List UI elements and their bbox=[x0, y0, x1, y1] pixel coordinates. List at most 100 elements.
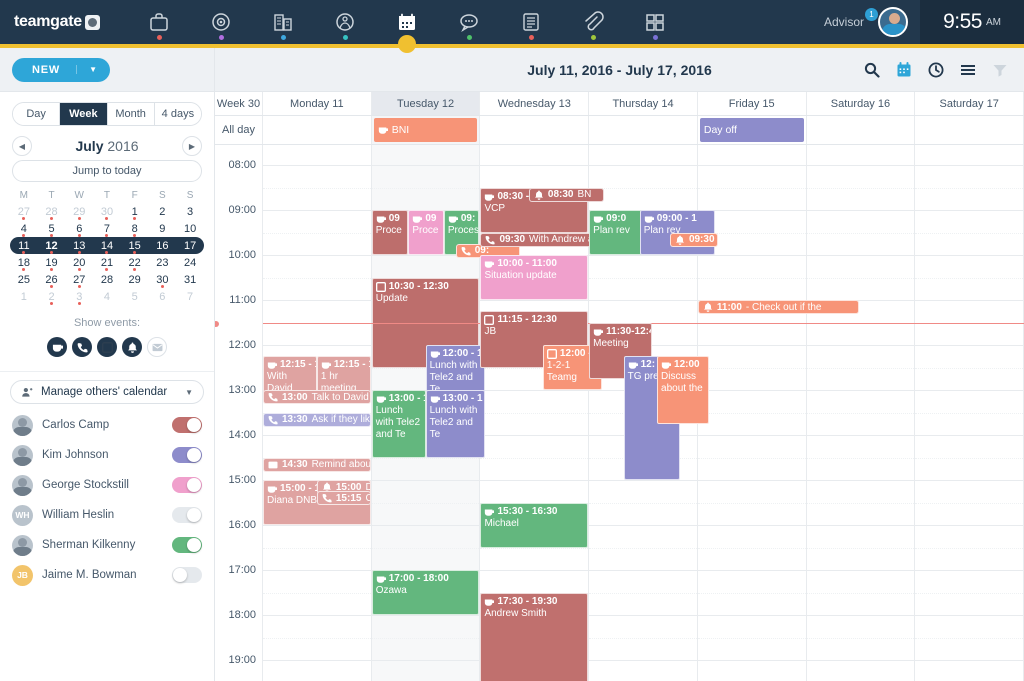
all-day-cell-0[interactable] bbox=[263, 116, 372, 144]
nav-item-chat[interactable] bbox=[438, 0, 500, 44]
mini-day-cell[interactable]: 7 bbox=[93, 220, 121, 237]
mini-day-cell[interactable]: 4 bbox=[10, 220, 38, 237]
mini-day-cell[interactable]: 28 bbox=[38, 203, 66, 220]
mini-day-cell[interactable]: 27 bbox=[65, 271, 93, 288]
day-header-5[interactable]: Saturday 16 bbox=[807, 92, 916, 115]
mini-day-cell[interactable]: 6 bbox=[65, 220, 93, 237]
user-calendar-toggle[interactable] bbox=[172, 537, 202, 553]
nav-item-briefcase[interactable] bbox=[128, 0, 190, 44]
filter-call-phone-icon[interactable] bbox=[72, 337, 92, 357]
calendar-event[interactable]: 08:30 BN bbox=[528, 187, 605, 202]
all-day-event[interactable]: BNI bbox=[373, 118, 478, 142]
day-header-2[interactable]: Wednesday 13 bbox=[480, 92, 590, 115]
day-column-3[interactable]: 09:0 Plan rev 09:00 - 1 Plan rev 09:30 11:30-… bbox=[589, 145, 719, 681]
calendar-event[interactable]: 11:00- Check out if the bbox=[697, 300, 860, 314]
all-day-cell-1[interactable]: BNI bbox=[371, 116, 481, 144]
calendar-event[interactable]: 09:30 bbox=[669, 232, 719, 247]
day-header-6[interactable]: Saturday 17 bbox=[915, 92, 1024, 115]
mini-week-row[interactable]: 11 12 13 14 15 16 17 bbox=[10, 237, 204, 254]
mini-day-cell[interactable]: 8 bbox=[121, 220, 149, 237]
toolbar-search-icon[interactable] bbox=[864, 62, 880, 78]
user-calendar-row[interactable]: Kim Johnson bbox=[0, 440, 214, 470]
calendar-event[interactable]: 09:30 With Andrew ab bbox=[480, 232, 594, 247]
view-button-month[interactable]: Month bbox=[107, 103, 155, 125]
calendar-event[interactable]: 15:15Ca bbox=[316, 491, 371, 506]
manage-others-calendar-dropdown[interactable]: Manage others' calendar ▼ bbox=[10, 380, 204, 404]
all-day-cell-4[interactable]: Day off bbox=[698, 116, 807, 144]
mini-day-cell[interactable]: 3 bbox=[176, 203, 204, 220]
mini-day-cell[interactable]: 5 bbox=[38, 220, 66, 237]
calendar-event[interactable]: 13:30 Ask if they like bbox=[263, 412, 371, 427]
chevron-down-icon[interactable]: ▼ bbox=[76, 65, 110, 74]
nav-item-target[interactable] bbox=[190, 0, 252, 44]
nav-item-attachments[interactable] bbox=[562, 0, 624, 44]
prev-month-button[interactable]: ◀ bbox=[12, 136, 32, 156]
day-column-2[interactable]: 08:30 - 0 VCP 08:30 BN 09:30 With Andrew ab 10… bbox=[480, 145, 605, 681]
advisor-area[interactable]: Advisor 1 bbox=[824, 7, 920, 37]
mini-week-row[interactable]: 4 5 6 7 8 9 10 bbox=[10, 220, 204, 237]
all-day-cell-3[interactable] bbox=[589, 116, 698, 144]
user-calendar-row[interactable]: JB Jaime M. Bowman bbox=[0, 560, 214, 590]
view-button-week[interactable]: Week bbox=[60, 103, 108, 125]
calendar-event[interactable]: 13:00 Talk to David bbox=[263, 390, 371, 404]
mini-day-cell[interactable]: 1 bbox=[10, 288, 38, 305]
mini-day-cell[interactable]: 1 bbox=[121, 203, 149, 220]
view-button-4-days[interactable]: 4 days bbox=[154, 103, 201, 125]
filter-meeting-cup-icon[interactable] bbox=[47, 337, 67, 357]
brand-logo[interactable]: teamgate bbox=[0, 13, 120, 31]
day-column-6[interactable] bbox=[915, 145, 1024, 681]
mini-day-cell[interactable]: 29 bbox=[121, 271, 149, 288]
toolbar-list-icon[interactable] bbox=[960, 62, 976, 78]
user-calendar-toggle[interactable] bbox=[172, 477, 202, 493]
mini-day-cell[interactable]: 20 bbox=[65, 254, 93, 271]
mini-day-cell[interactable]: 30 bbox=[149, 271, 177, 288]
view-button-day[interactable]: Day bbox=[13, 103, 61, 125]
calendar-event[interactable]: 13:00 - 1 Lunch with Tele2 and Te bbox=[371, 390, 426, 458]
mini-day-cell[interactable]: 11 bbox=[10, 237, 38, 254]
mini-day-cell[interactable]: 18 bbox=[10, 254, 38, 271]
mini-day-cell[interactable]: 23 bbox=[149, 254, 177, 271]
new-button[interactable]: NEW ▼ bbox=[12, 57, 110, 82]
mini-day-cell[interactable]: 22 bbox=[121, 254, 149, 271]
nav-item-calendar[interactable] bbox=[376, 0, 438, 53]
calendar-event[interactable]: 09:0 Plan rev bbox=[589, 210, 644, 255]
day-column-1[interactable]: 09 Proce 09 Proce 09: Proces 09: 10:30 - 12:30 U… bbox=[371, 145, 521, 681]
calendar-event[interactable]: 09 Proce bbox=[408, 210, 444, 255]
jump-to-today-button[interactable]: Jump to today bbox=[12, 160, 202, 182]
day-column-0[interactable]: 12:15 - 1 With David 12:15 - 11 hr meeting… bbox=[263, 145, 372, 681]
nav-item-dashboard[interactable] bbox=[624, 0, 686, 44]
calendar-event[interactable]: 12:00 Discuss about the bbox=[657, 356, 709, 424]
mini-day-cell[interactable]: 14 bbox=[93, 237, 121, 254]
day-header-4[interactable]: Friday 15 bbox=[698, 92, 807, 115]
toolbar-calendar-icon[interactable] bbox=[896, 61, 912, 78]
next-month-button[interactable]: ▶ bbox=[182, 136, 202, 156]
all-day-event[interactable]: Day off bbox=[699, 118, 804, 142]
user-calendar-row[interactable]: WH William Heslin bbox=[0, 500, 214, 530]
mini-week-row[interactable]: 27 28 29 30 1 2 3 bbox=[10, 203, 204, 220]
mini-week-row[interactable]: 25 26 27 28 29 30 31 bbox=[10, 271, 204, 288]
mini-day-cell[interactable]: 10 bbox=[176, 220, 204, 237]
mini-day-cell[interactable]: 7 bbox=[176, 288, 204, 305]
user-calendar-toggle[interactable] bbox=[172, 567, 202, 583]
day-header-3[interactable]: Thursday 14 bbox=[589, 92, 698, 115]
mini-day-cell[interactable]: 5 bbox=[121, 288, 149, 305]
mini-day-cell[interactable]: 15 bbox=[120, 237, 149, 254]
user-calendar-row[interactable]: George Stockstill bbox=[0, 470, 214, 500]
filter-reminder-bell-icon[interactable] bbox=[122, 337, 142, 357]
day-header-0[interactable]: Monday 11 bbox=[263, 92, 372, 115]
mini-day-cell[interactable]: 26 bbox=[38, 271, 66, 288]
mini-day-cell[interactable]: 27 bbox=[10, 203, 38, 220]
user-calendar-row[interactable]: Sherman Kilkenny bbox=[0, 530, 214, 560]
mini-day-cell[interactable]: 12 bbox=[37, 237, 66, 254]
filter-email-envelope-icon[interactable] bbox=[147, 337, 167, 357]
mini-day-cell[interactable]: 31 bbox=[176, 271, 204, 288]
calendar-event[interactable]: 17:00 - 18:00 Ozawa bbox=[371, 570, 480, 615]
calendar-event[interactable]: 15:30 - 16:30 Michael bbox=[480, 502, 589, 548]
mini-day-cell[interactable]: 25 bbox=[10, 271, 38, 288]
mini-day-cell[interactable]: 24 bbox=[176, 254, 204, 271]
mini-day-cell[interactable]: 16 bbox=[148, 237, 177, 254]
mini-day-cell[interactable]: 3 bbox=[65, 288, 93, 305]
toolbar-filter-icon[interactable] bbox=[992, 62, 1008, 78]
calendar-event[interactable]: 10:00 - 11:00 Situation update bbox=[480, 255, 589, 300]
all-day-cell-6[interactable] bbox=[915, 116, 1024, 144]
